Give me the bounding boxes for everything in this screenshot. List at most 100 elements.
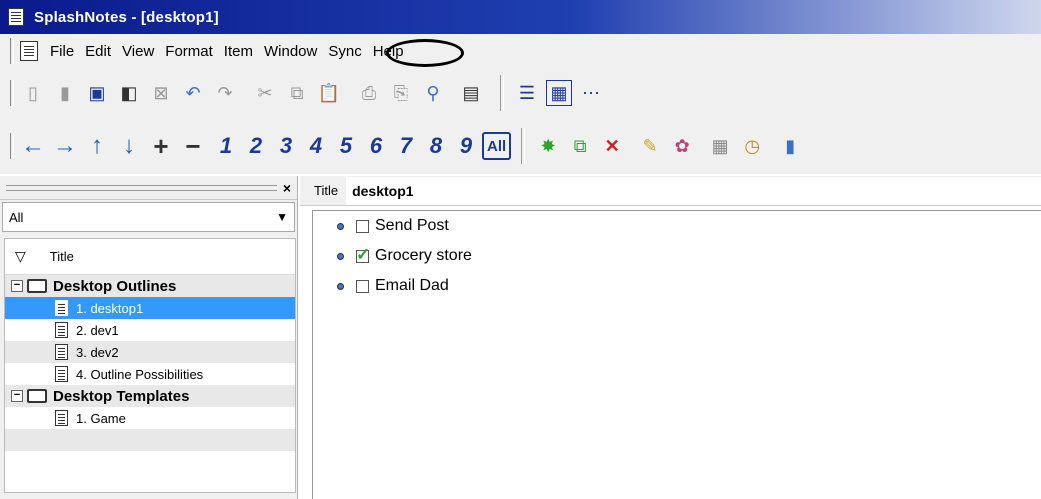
delete-item-icon[interactable]: ✕	[599, 133, 625, 159]
toolbar2-grip	[10, 133, 14, 159]
tree-group-desktop-outlines[interactable]: − Desktop Outlines	[5, 275, 295, 297]
new-item-icon[interactable]: ✸	[535, 133, 561, 159]
template-document-icon	[55, 410, 68, 426]
menu-view[interactable]: View	[118, 43, 158, 60]
move-down-icon[interactable]: ↓	[116, 132, 142, 159]
item-text[interactable]: Grocery store	[375, 247, 472, 265]
toolbar2-separator	[521, 128, 526, 164]
edit-note-icon[interactable]: ✎	[637, 133, 663, 159]
copy-icon[interactable]: ⧉	[284, 80, 310, 106]
open-icon[interactable]: ▮	[52, 80, 78, 106]
find-icon[interactable]: ⚲	[420, 80, 446, 106]
level-6-button[interactable]: 6	[362, 133, 390, 159]
document-menu-icon[interactable]	[20, 41, 38, 61]
chevron-down-icon[interactable]: ▼	[276, 210, 288, 224]
move-right-icon[interactable]: →	[52, 132, 78, 159]
outline-item[interactable]: Send Post	[313, 211, 1041, 241]
duplicate-item-icon[interactable]: ⧉	[567, 133, 593, 159]
tree-item-label: 1. desktop1	[76, 300, 144, 316]
expand-icon[interactable]: +	[148, 131, 174, 161]
menu-item[interactable]: Item	[220, 43, 257, 60]
level-3-button[interactable]: 3	[272, 133, 300, 159]
node-view-icon[interactable]: ⋯	[578, 80, 604, 106]
outline-toolbar: ← → ↑ ↓ + − 1 2 3 4 5 6 7 8 9 All ✸ ⧉ ✕ …	[0, 118, 1041, 174]
tree-item-dev1[interactable]: 2. dev1	[5, 319, 295, 341]
tree-group-desktop-templates[interactable]: − Desktop Templates	[5, 385, 295, 407]
menu-format[interactable]: Format	[161, 43, 217, 60]
menu-edit[interactable]: Edit	[81, 43, 115, 60]
tree-item-label: 1. Game	[76, 410, 126, 426]
outline-document-icon	[55, 322, 68, 338]
sort-toggle-icon[interactable]: ▽	[15, 248, 26, 265]
close-document-icon[interactable]: ⊠	[148, 80, 174, 106]
menu-window[interactable]: Window	[260, 43, 321, 60]
cut-icon[interactable]: ✂	[252, 80, 278, 106]
outline-item[interactable]: Email Dad	[313, 271, 1041, 301]
filter-dropdown[interactable]: All ▼	[2, 202, 295, 232]
title-label: Title	[314, 183, 339, 198]
exit-icon[interactable]: ▮	[777, 133, 803, 159]
properties-icon[interactable]: ▤	[458, 80, 484, 106]
group-label: Desktop Templates	[53, 387, 190, 405]
collapse-icon[interactable]: −	[11, 390, 23, 402]
move-left-icon[interactable]: ←	[20, 132, 46, 159]
item-text[interactable]: Email Dad	[375, 277, 449, 295]
undo-icon[interactable]: ↶	[180, 80, 206, 106]
level-4-button[interactable]: 4	[302, 133, 330, 159]
menu-sync[interactable]: Sync	[324, 43, 365, 60]
level-7-button[interactable]: 7	[392, 133, 420, 159]
toolbar-separator	[500, 75, 504, 111]
outline-list-panel: × All ▼ ▽ Title − Desktop Outlines 1. de…	[0, 176, 298, 499]
level-1-button[interactable]: 1	[212, 133, 240, 159]
outline-view-icon[interactable]: ☰	[514, 80, 540, 106]
level-9-button[interactable]: 9	[452, 133, 480, 159]
toolbar-grip	[10, 80, 14, 106]
move-up-icon[interactable]: ↑	[84, 132, 110, 159]
bullet-icon	[337, 252, 344, 260]
calendar-icon[interactable]: ▦	[707, 133, 733, 159]
bullet-icon	[337, 222, 344, 230]
collapse-icon[interactable]: −	[11, 280, 23, 292]
tree-item-dev2[interactable]: 3. dev2	[5, 341, 295, 363]
panel-drag-bar[interactable]	[6, 184, 277, 191]
outline-title-row: Title desktop1	[300, 176, 1041, 206]
collapse-icon[interactable]: −	[180, 131, 206, 161]
tree-item-game[interactable]: 1. Game	[5, 407, 295, 429]
level-2-button[interactable]: 2	[242, 133, 270, 159]
print-icon[interactable]: ⎙	[356, 80, 382, 106]
group-label: Desktop Outlines	[53, 277, 177, 295]
menu-file[interactable]: File	[46, 43, 78, 60]
tree-item-label: 2. dev1	[76, 322, 119, 338]
folder-icon	[27, 389, 47, 403]
menu-help[interactable]: Help	[369, 43, 408, 60]
redo-icon[interactable]: ↷	[212, 80, 238, 106]
outline-item[interactable]: Grocery store	[313, 241, 1041, 271]
tree-item-label: 3. dev2	[76, 344, 119, 360]
window-titlebar: SplashNotes - [desktop1]	[0, 0, 1041, 34]
save-icon[interactable]: ▣	[84, 80, 110, 106]
level-8-button[interactable]: 8	[422, 133, 450, 159]
folder-icon	[27, 279, 47, 293]
save-all-icon[interactable]: ◧	[116, 80, 142, 106]
level-all-button[interactable]: All	[482, 132, 512, 160]
clock-icon[interactable]: ◷	[739, 133, 765, 159]
new-document-icon[interactable]: ▯	[20, 80, 46, 106]
tree-header-title: Title	[49, 249, 74, 264]
column-view-icon[interactable]: ▦	[546, 80, 572, 106]
tree-item-outline-possibilities[interactable]: 4. Outline Possibilities	[5, 363, 295, 385]
item-checkbox[interactable]	[356, 219, 369, 233]
title-field[interactable]: desktop1	[346, 176, 1041, 205]
outline-editor[interactable]: Send Post Grocery store Email Dad	[312, 210, 1041, 499]
tree-column-header[interactable]: ▽ Title	[5, 239, 295, 275]
item-checkbox-checked[interactable]	[356, 245, 370, 265]
print-preview-icon[interactable]: ⎘	[388, 80, 414, 106]
outline-tree: ▽ Title − Desktop Outlines 1. desktop1 2…	[4, 238, 296, 493]
level-5-button[interactable]: 5	[332, 133, 360, 159]
item-checkbox[interactable]	[356, 279, 369, 293]
close-panel-icon[interactable]: ×	[283, 180, 291, 196]
paste-icon[interactable]: 📋	[316, 80, 342, 106]
color-palette-icon[interactable]: ✿	[669, 133, 695, 159]
tree-item-desktop1[interactable]: 1. desktop1	[5, 297, 295, 319]
item-text[interactable]: Send Post	[375, 217, 449, 235]
bullet-icon	[337, 282, 344, 290]
